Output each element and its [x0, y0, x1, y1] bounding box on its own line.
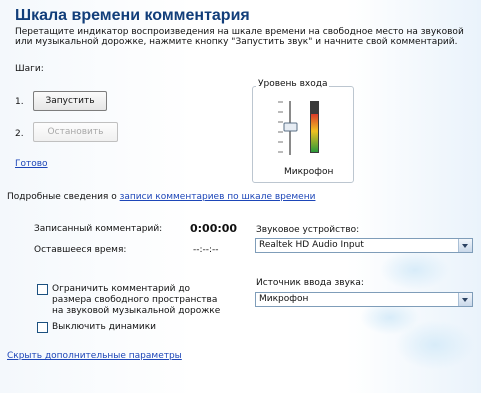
- meter-fill: [311, 114, 318, 152]
- limit-narration-label: Ограничить комментарий до размера свобод…: [52, 284, 220, 317]
- done-link[interactable]: Готово: [15, 159, 48, 169]
- audio-device-value: Realtek HD Audio Input: [259, 240, 364, 250]
- mute-speakers-checkbox[interactable]: [37, 322, 48, 333]
- stop-narration-button[interactable]: Остановить: [33, 122, 118, 142]
- details-text: Подробные сведения о записи комментариев…: [7, 192, 315, 202]
- level-scale-ticks: [278, 101, 283, 153]
- audio-device-label: Звуковое устройство:: [256, 225, 360, 235]
- instructions-text: Перетащите индикатор воспроизведения на …: [15, 27, 464, 47]
- remaining-label: Оставшееся время:: [34, 245, 127, 255]
- chevron-down-icon[interactable]: [458, 239, 472, 252]
- level-slider-thumb: [283, 122, 298, 132]
- remaining-value: --:--:--: [193, 245, 219, 255]
- narrate-timeline-panel: Шкала времени комментария Перетащите инд…: [0, 0, 481, 393]
- input-source-select[interactable]: Микрофон: [255, 292, 473, 307]
- limit-narration-checkbox[interactable]: [37, 284, 48, 295]
- page-title: Шкала времени комментария: [15, 7, 250, 24]
- microphone-label: Микрофон: [284, 167, 334, 177]
- details-prefix: Подробные сведения о: [7, 192, 120, 202]
- recorded-value: 0:00:00: [190, 222, 238, 235]
- limit-label-line: Ограничить комментарий до: [52, 284, 191, 294]
- steps-label: Шаги:: [15, 64, 44, 74]
- input-level-legend: Уровень входа: [256, 79, 330, 89]
- step2-number: 2.: [15, 129, 24, 139]
- hide-options-link[interactable]: Скрыть дополнительные параметры: [7, 351, 182, 361]
- input-source-label: Источник ввода звука:: [256, 278, 364, 288]
- audio-device-select[interactable]: Realtek HD Audio Input: [255, 238, 473, 253]
- recorded-label: Записанный комментарий:: [34, 224, 163, 234]
- mute-speakers-label: Выключить динамики: [52, 322, 157, 332]
- input-source-value: Микрофон: [259, 294, 309, 304]
- limit-label-line: размера свободного пространства: [52, 295, 218, 305]
- chevron-down-icon[interactable]: [458, 293, 472, 306]
- input-level-meter: [278, 101, 319, 155]
- background-glow: [380, 250, 450, 290]
- step1-number: 1.: [15, 97, 24, 107]
- limit-label-line: на звуковой музыкальной дорожке: [52, 306, 221, 316]
- details-link[interactable]: записи комментариев по шкале времени: [120, 192, 316, 202]
- start-narration-button[interactable]: Запустить: [33, 91, 107, 111]
